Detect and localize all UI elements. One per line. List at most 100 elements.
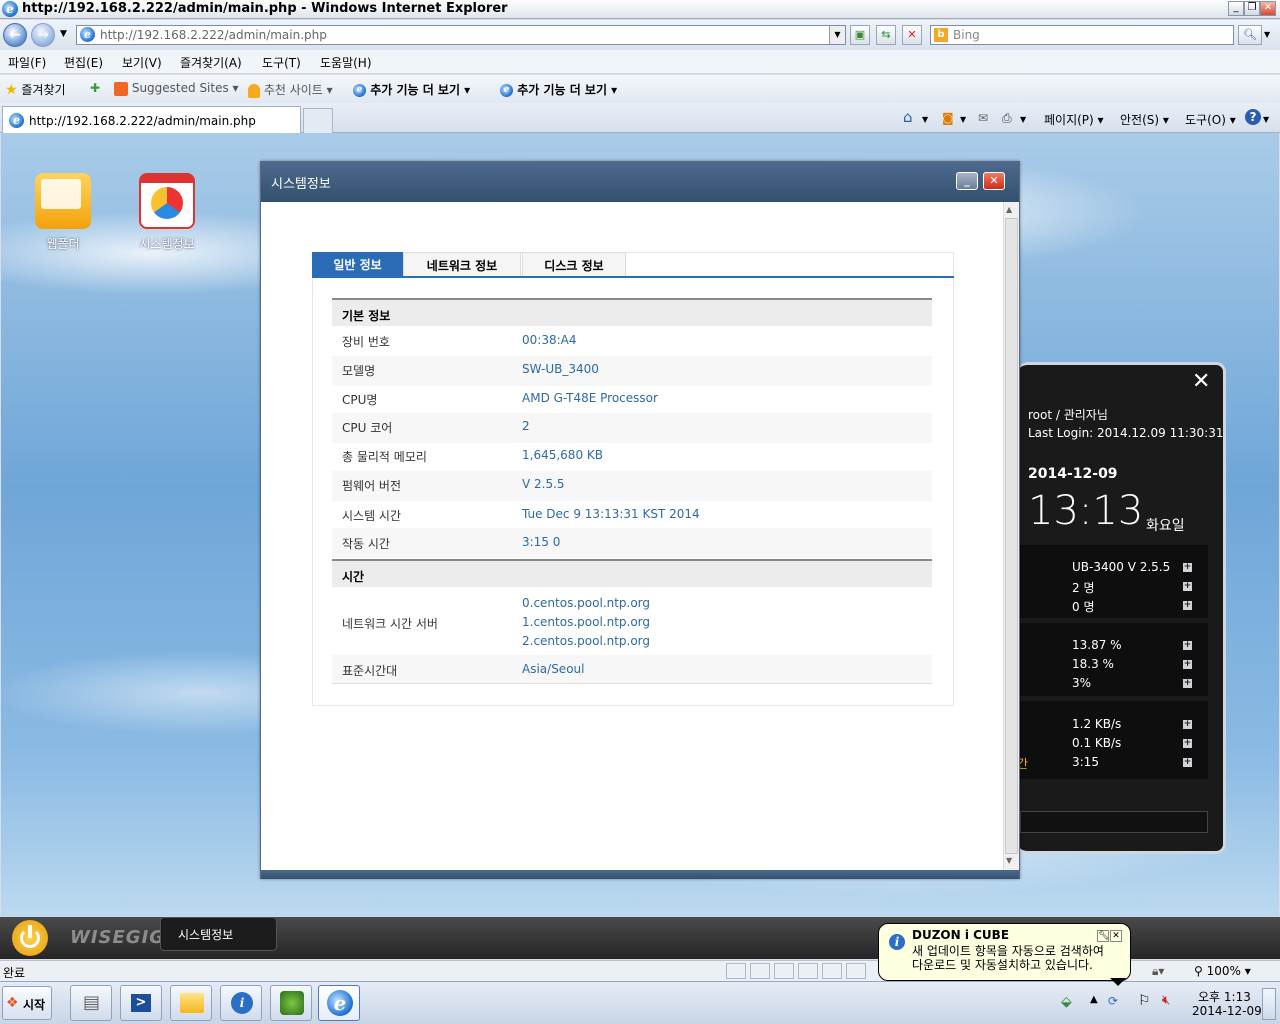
restore-button[interactable]: ❐ (1244, 1, 1260, 16)
compat-view-icon[interactable]: ▣ (850, 25, 870, 45)
menu-tools[interactable]: 도구(T) (262, 54, 301, 71)
tab-disk-info[interactable]: 디스크 정보 (522, 252, 626, 278)
show-desktop-button[interactable] (1262, 988, 1276, 1020)
taskbar-internet-explorer[interactable]: e (318, 985, 360, 1021)
start-button[interactable]: ❖ 시작 (2, 986, 52, 1020)
taskbar-powershell[interactable]: > (120, 985, 162, 1021)
expand-icon[interactable]: + (1183, 739, 1192, 748)
expand-icon[interactable]: + (1183, 582, 1192, 591)
zoom-level[interactable]: ⚲ 100% ▾ (1194, 964, 1251, 978)
widget-value: 3:15 (1072, 755, 1099, 769)
print-icon[interactable]: ⎙ (1002, 111, 1012, 126)
print-dropdown-icon[interactable]: ▼ (1020, 115, 1026, 124)
address-input[interactable]: e http://192.168.2.222/admin/main.php ▼ (76, 25, 846, 45)
address-dropdown-icon[interactable]: ▼ (829, 26, 845, 44)
expand-icon[interactable]: + (1183, 641, 1192, 650)
recommended-sites-link[interactable]: 추천 사이트 ▾ (248, 81, 333, 98)
clock-date[interactable]: 2014-12-09 (1192, 1004, 1262, 1018)
scroll-up-icon[interactable]: ▲ (1006, 205, 1012, 214)
taskbar-server-manager[interactable]: ▤ (70, 985, 112, 1021)
tools-menu-button[interactable]: 도구(O) ▾ (1185, 111, 1236, 128)
page-menu-button[interactable]: 페이지(P) ▾ (1044, 111, 1104, 128)
widget-weekday: 화요일 (1146, 518, 1185, 534)
feeds-icon[interactable]: ◙ (942, 111, 954, 125)
widget-input[interactable] (1020, 811, 1208, 833)
tab-underline (312, 276, 954, 278)
addons-link-1[interactable]: e 추가 기능 더 보기 ▾ (353, 81, 470, 98)
refresh-icon[interactable]: ⇆ (876, 25, 896, 45)
window-close-icon[interactable]: ✕ (983, 172, 1005, 190)
bing-icon: b (934, 28, 948, 42)
notification-balloon[interactable]: i DUZON i CUBE 새 업데이트 항목을 자동으로 검색하여 다운로드… (878, 923, 1131, 981)
suggested-sites-link[interactable]: Suggested Sites ▾ (114, 81, 239, 96)
help-icon[interactable]: ? (1245, 109, 1261, 125)
scroll-down-icon[interactable]: ▼ (1006, 856, 1012, 865)
expand-icon[interactable]: + (1183, 601, 1192, 610)
expand-icon[interactable]: + (1183, 679, 1192, 688)
home-icon[interactable]: ⌂ (903, 108, 913, 126)
vertical-scrollbar[interactable]: ▲ ▼ (1003, 202, 1019, 870)
widget-close-icon[interactable]: ✕ (1192, 369, 1210, 394)
tab-general-info[interactable]: 일반 정보 (312, 252, 403, 278)
tray-network-icon[interactable]: ⬙ (1061, 994, 1072, 1010)
sysinfo-window: 시스템정보 _ ✕ 일반 정보 네트워크 정보 디스크 정보 기본 정보 장비 … (260, 161, 1020, 879)
power-icon[interactable] (12, 920, 48, 956)
info-row-ntp: 네트워크 시간 서버 0.centos.pool.ntp.org 1.cento… (332, 589, 932, 655)
safety-menu-button[interactable]: 안전(S) ▾ (1120, 111, 1169, 128)
section-title: 기본 정보 (342, 309, 391, 323)
section-time: 시간 (332, 559, 932, 587)
expand-icon[interactable]: + (1183, 660, 1192, 669)
tray-flag-icon[interactable]: ⚐ (1138, 993, 1151, 1009)
search-options-icon[interactable]: ▼ (1264, 30, 1270, 39)
minimize-button[interactable]: _ (1228, 1, 1244, 16)
balloon-options-icon[interactable]: 🔧︎ (1097, 930, 1109, 942)
menu-help[interactable]: 도움말(H) (320, 54, 372, 71)
expand-icon[interactable]: + (1183, 758, 1192, 767)
menu-edit[interactable]: 편집(E) (64, 54, 103, 71)
lightbulb-icon (248, 83, 260, 98)
tray-update-icon[interactable]: ⟳ (1108, 994, 1118, 1008)
search-input[interactable]: b Bing (930, 25, 1234, 45)
help-dropdown-icon[interactable]: ▼ (1263, 115, 1269, 124)
status-text: 완료 (3, 966, 26, 980)
search-icon[interactable]: 🔍︎ (1238, 25, 1262, 45)
protected-mode-icon[interactable]: 🔒︎▾ (1152, 964, 1164, 979)
info-row: 표준시간대 Asia/Seoul (332, 655, 932, 684)
history-dropdown-icon[interactable]: ▼ (60, 29, 67, 39)
forward-button[interactable]: → (31, 23, 55, 47)
desktop-icon-webfolder[interactable]: 웹폴더 (23, 173, 103, 252)
addons-link-2[interactable]: e 추가 기능 더 보기 ▾ (500, 81, 617, 98)
widget-section-usage: 13.87 % 18.3 % 3% + + + (1020, 623, 1208, 696)
tray-volume-icon[interactable]: 🔇︎ (1162, 993, 1170, 1008)
menu-view[interactable]: 보기(V) (122, 54, 162, 71)
balloon-close-icon[interactable]: ✕ (1110, 930, 1122, 942)
scroll-thumb[interactable] (1005, 218, 1018, 854)
add-favorite-icon[interactable]: ✚ (90, 81, 100, 95)
browser-tab-active[interactable]: e http://192.168.2.222/admin/main.php (2, 106, 301, 133)
taskbar-info-app[interactable]: i (220, 985, 262, 1021)
stop-icon[interactable]: ✕ (902, 25, 922, 45)
home-dropdown-icon[interactable]: ▼ (922, 115, 928, 124)
new-tab-button[interactable] (303, 108, 333, 133)
sysinfo-window-header[interactable]: 시스템정보 _ ✕ (261, 162, 1019, 202)
tray-expand-icon[interactable]: ▲ (1090, 994, 1098, 1005)
menu-favorites[interactable]: 즐겨찾기(A) (180, 54, 242, 71)
info-row: 작동 시간 3:15 0 (332, 528, 932, 558)
mail-icon[interactable]: ✉ (978, 111, 988, 125)
favorites-button[interactable]: ★ 즐겨찾기 (5, 81, 66, 98)
window-minimize-icon[interactable]: _ (956, 172, 978, 190)
row-key: 표준시간대 (342, 664, 398, 678)
taskbar-sysinfo-button[interactable]: 시스템정보 (160, 917, 277, 951)
desktop-icon-sysinfo[interactable]: 시스템정보 (127, 173, 207, 252)
expand-icon[interactable]: + (1183, 563, 1192, 572)
back-button[interactable]: ← (3, 23, 27, 47)
taskbar-network-app[interactable] (270, 985, 312, 1021)
close-button[interactable]: ✕ (1260, 1, 1276, 16)
taskbar-explorer[interactable] (170, 985, 212, 1021)
clock-time[interactable]: 오후 1:13 (1198, 988, 1251, 1005)
menu-file[interactable]: 파일(F) (8, 54, 46, 71)
expand-icon[interactable]: + (1183, 720, 1192, 729)
desktop-icon-label: 시스템정보 (139, 237, 195, 251)
feeds-dropdown-icon[interactable]: ▼ (960, 115, 966, 124)
tab-network-info[interactable]: 네트워크 정보 (403, 252, 521, 278)
